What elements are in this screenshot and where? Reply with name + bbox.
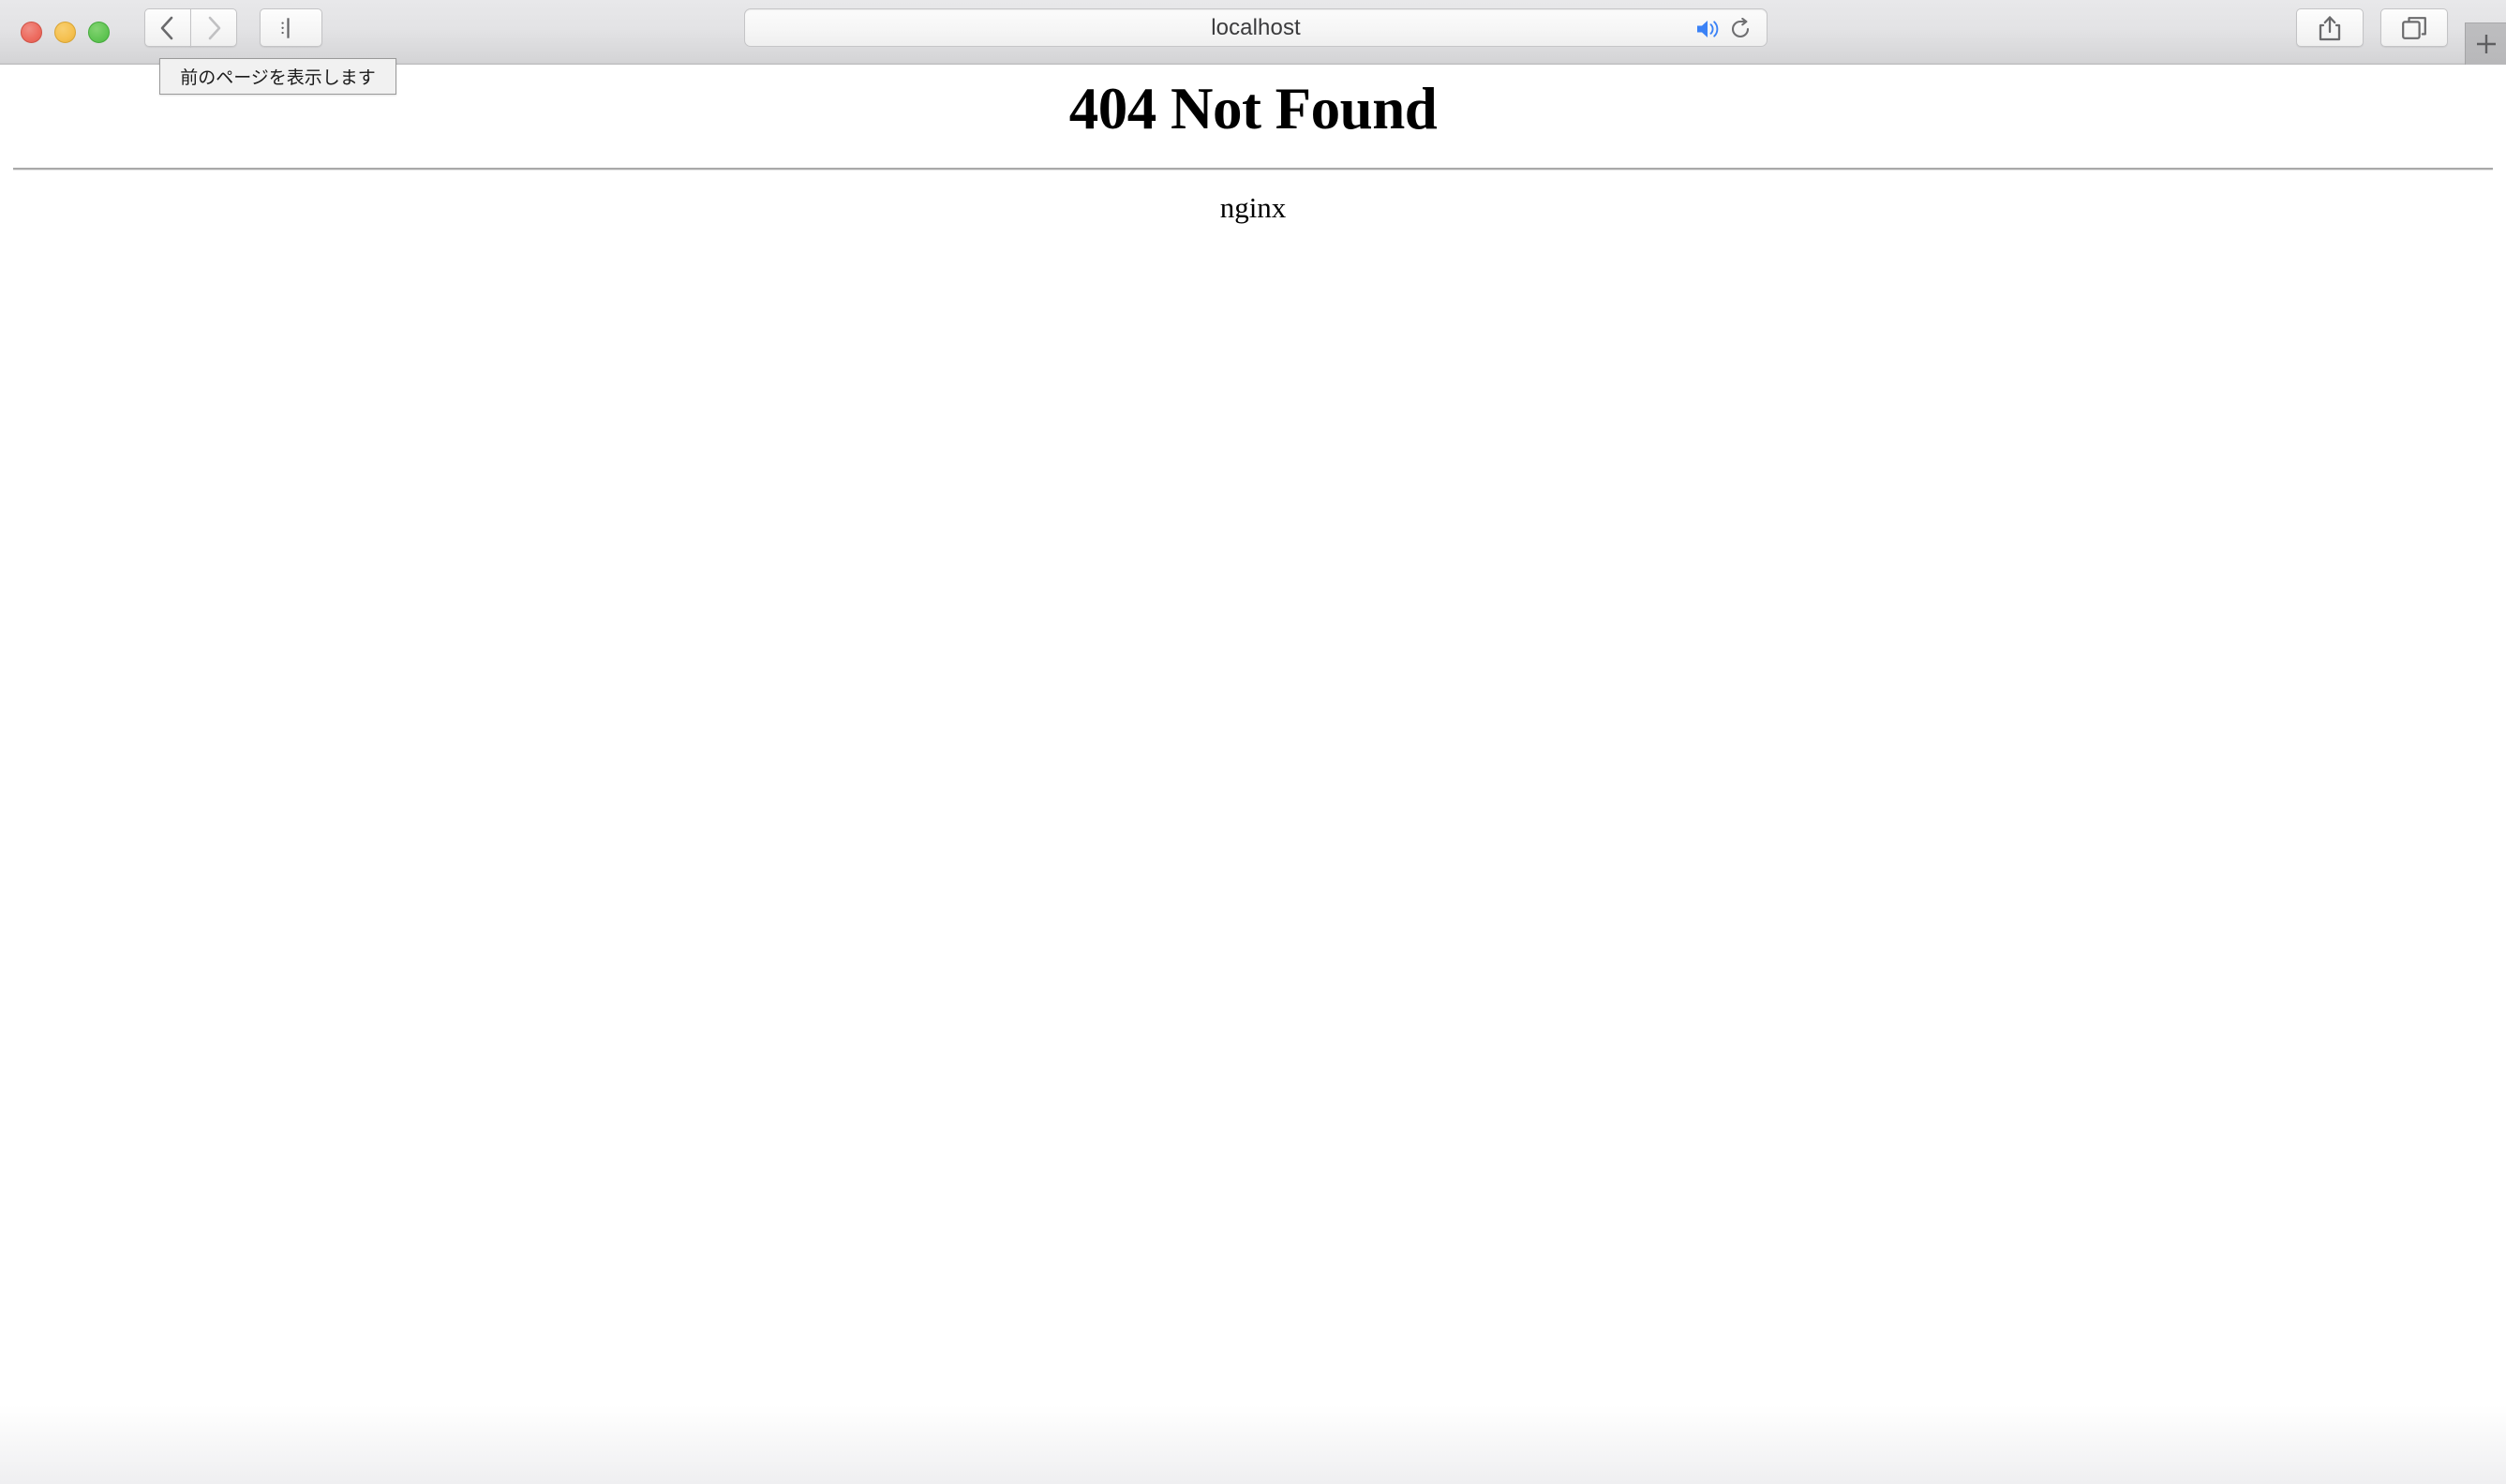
tab-overview-icon [2402,16,2426,39]
address-bar[interactable]: localhost [744,8,1768,47]
reload-icon[interactable] [1729,17,1752,40]
tab-overview-button[interactable] [2380,8,2448,47]
speaker-playing-icon[interactable] [1695,19,1720,39]
page-content: 404 Not Found nginx [0,65,2506,1484]
browser-toolbar: localhost [0,0,2506,65]
browser-window: localhost 前のページを表示します 404 Not Found ngin… [0,0,2506,1484]
sidebar-toggle-button[interactable] [260,8,322,47]
close-window-button[interactable] [21,22,42,43]
window-controls [21,22,110,43]
tooltip: 前のページを表示します [159,58,396,95]
new-tab-button[interactable] [2465,22,2506,65]
chevron-left-icon [160,16,173,39]
sidebar-icon [280,17,290,38]
forward-button[interactable] [190,8,237,47]
chevron-right-icon [208,16,221,39]
address-bar-icons [1695,9,1752,48]
minimize-window-button[interactable] [54,22,76,43]
address-bar-value: localhost [1211,14,1301,40]
share-button[interactable] [2296,8,2364,47]
back-button[interactable] [144,8,191,47]
share-icon [2319,15,2341,40]
server-signature: nginx [1219,191,1287,225]
tooltip-text: 前のページを表示します [180,67,376,88]
plus-icon [2476,35,2496,53]
maximize-window-button[interactable] [88,22,110,43]
